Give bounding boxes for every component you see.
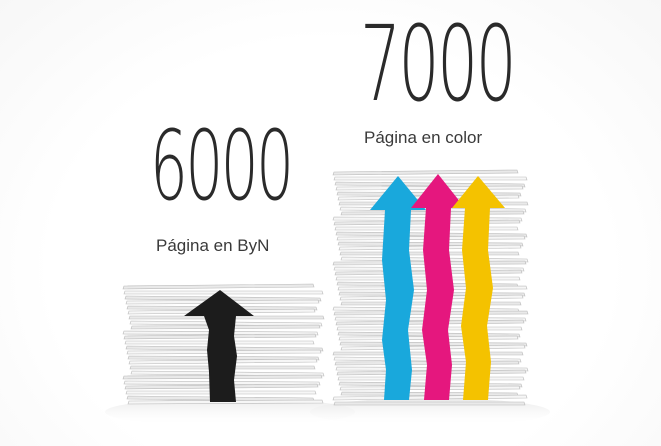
paper-stacks-illustration [105, 169, 550, 426]
bw-page-caption: Página en ByN [156, 236, 270, 255]
promo-graphic: 6000 Página en ByN 7000 Página en color [0, 0, 661, 446]
paper-sheet [333, 176, 528, 181]
paper-sheet [122, 283, 315, 290]
color-page-count: 7000 [360, 3, 517, 125]
bw-page-count: 6000 [150, 110, 294, 222]
paper-sheet [332, 169, 519, 176]
paper-sheet [333, 401, 526, 406]
color-page-caption: Página en color [364, 128, 483, 147]
